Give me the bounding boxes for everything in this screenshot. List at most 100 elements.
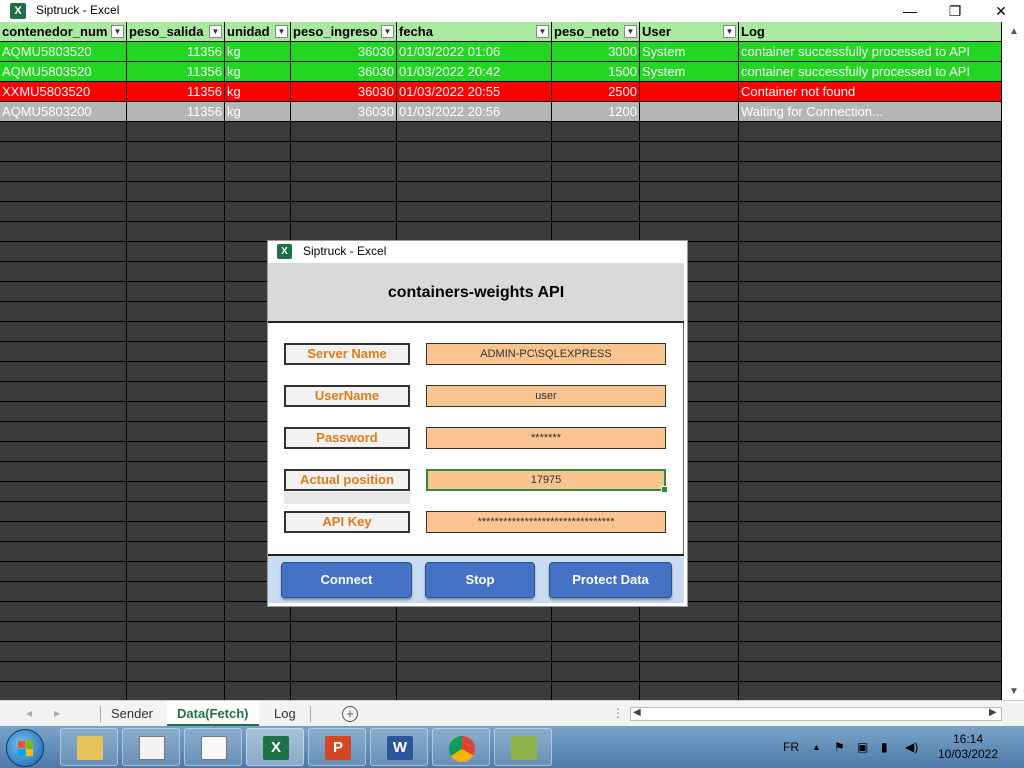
taskbar-document-app[interactable] — [184, 728, 242, 766]
empty-cell[interactable] — [640, 662, 739, 682]
empty-cell[interactable] — [739, 122, 1002, 142]
empty-cell[interactable] — [739, 322, 1002, 342]
empty-cell[interactable] — [397, 662, 552, 682]
empty-row[interactable] — [0, 662, 1002, 682]
cell-log[interactable]: container successfully processed to API — [739, 42, 1002, 62]
column-header[interactable]: contenedor_num ▼ — [0, 22, 127, 42]
empty-cell[interactable] — [739, 382, 1002, 402]
empty-cell[interactable] — [552, 202, 640, 222]
empty-cell[interactable] — [397, 622, 552, 642]
empty-cell[interactable] — [552, 222, 640, 242]
taskbar-excel[interactable]: X — [246, 728, 304, 766]
empty-cell[interactable] — [127, 482, 225, 502]
empty-cell[interactable] — [225, 142, 291, 162]
empty-cell[interactable] — [127, 442, 225, 462]
empty-cell[interactable] — [0, 662, 127, 682]
empty-cell[interactable] — [739, 282, 1002, 302]
empty-cell[interactable] — [291, 222, 397, 242]
hscroll-right-icon[interactable]: ▶ — [989, 707, 997, 718]
empty-cell[interactable] — [739, 422, 1002, 442]
empty-cell[interactable] — [225, 682, 291, 700]
empty-row[interactable] — [0, 622, 1002, 642]
cell-contenedor[interactable]: AQMU5803200 — [0, 102, 127, 122]
empty-cell[interactable] — [0, 182, 127, 202]
empty-cell[interactable] — [739, 622, 1002, 642]
empty-cell[interactable] — [0, 562, 127, 582]
empty-cell[interactable] — [225, 162, 291, 182]
cell-unidad[interactable]: kg — [225, 102, 291, 122]
empty-cell[interactable] — [0, 382, 127, 402]
cell-unidad[interactable]: kg — [225, 82, 291, 102]
empty-cell[interactable] — [640, 182, 739, 202]
empty-cell[interactable] — [0, 642, 127, 662]
filter-dropdown-icon[interactable]: ▼ — [111, 25, 124, 38]
empty-row[interactable] — [0, 142, 1002, 162]
empty-cell[interactable] — [0, 262, 127, 282]
device-icon[interactable]: ▣ — [857, 726, 868, 768]
empty-cell[interactable] — [739, 162, 1002, 182]
empty-cell[interactable] — [127, 582, 225, 602]
empty-cell[interactable] — [127, 182, 225, 202]
empty-cell[interactable] — [640, 642, 739, 662]
tray-expand-icon[interactable]: ▲ — [812, 726, 821, 768]
table-row[interactable]: AQMU5803520 11356 kg 36030 01/03/2022 01… — [0, 42, 1002, 62]
empty-cell[interactable] — [127, 502, 225, 522]
empty-cell[interactable] — [225, 202, 291, 222]
empty-cell[interactable] — [291, 162, 397, 182]
cell-log[interactable]: Waiting for Connection... — [739, 102, 1002, 122]
cell-peso-salida[interactable]: 11356 — [127, 102, 225, 122]
empty-cell[interactable] — [739, 682, 1002, 700]
username-field[interactable]: user — [426, 385, 666, 407]
empty-cell[interactable] — [127, 622, 225, 642]
cell-fecha[interactable]: 01/03/2022 20:55 — [397, 82, 552, 102]
action-center-flag-icon[interactable]: ⚑ — [834, 726, 845, 768]
minimize-button[interactable]: — — [895, 1, 925, 21]
empty-cell[interactable] — [127, 362, 225, 382]
empty-cell[interactable] — [739, 582, 1002, 602]
empty-cell[interactable] — [127, 262, 225, 282]
empty-row[interactable] — [0, 122, 1002, 142]
empty-cell[interactable] — [739, 542, 1002, 562]
stop-button[interactable]: Stop — [425, 562, 535, 598]
cell-peso-neto[interactable]: 1500 — [552, 62, 640, 82]
close-button[interactable]: ✕ — [986, 1, 1016, 21]
empty-cell[interactable] — [552, 682, 640, 700]
empty-cell[interactable] — [291, 122, 397, 142]
empty-cell[interactable] — [291, 142, 397, 162]
cell-contenedor[interactable]: XXMU5803520 — [0, 82, 127, 102]
tab-scroll-right-icon[interactable]: ▸ — [54, 706, 60, 720]
api-key-field[interactable]: ******************************** — [426, 511, 666, 533]
add-sheet-icon[interactable]: + — [342, 706, 358, 722]
connect-button[interactable]: Connect — [281, 562, 412, 598]
empty-cell[interactable] — [552, 622, 640, 642]
empty-cell[interactable] — [739, 562, 1002, 582]
cell-contenedor[interactable]: AQMU5803520 — [0, 42, 127, 62]
filter-dropdown-icon[interactable]: ▼ — [536, 25, 549, 38]
empty-cell[interactable] — [225, 662, 291, 682]
dialog-titlebar[interactable]: X Siptruck - Excel — [268, 241, 687, 263]
column-header[interactable]: peso_ingreso ▼ — [291, 22, 397, 42]
empty-cell[interactable] — [127, 242, 225, 262]
empty-cell[interactable] — [739, 522, 1002, 542]
empty-cell[interactable] — [397, 682, 552, 700]
empty-cell[interactable] — [127, 302, 225, 322]
empty-cell[interactable] — [0, 202, 127, 222]
empty-cell[interactable] — [127, 282, 225, 302]
empty-cell[interactable] — [739, 222, 1002, 242]
empty-cell[interactable] — [552, 122, 640, 142]
cell-fecha[interactable]: 01/03/2022 01:06 — [397, 42, 552, 62]
empty-cell[interactable] — [0, 542, 127, 562]
cell-unidad[interactable]: kg — [225, 42, 291, 62]
cell-fecha[interactable]: 01/03/2022 20:42 — [397, 62, 552, 82]
empty-row[interactable] — [0, 222, 1002, 242]
filter-dropdown-icon[interactable]: ▼ — [723, 25, 736, 38]
cell-unidad[interactable]: kg — [225, 62, 291, 82]
empty-row[interactable] — [0, 202, 1002, 222]
vertical-scrollbar[interactable]: ▲ ▼ — [1004, 22, 1024, 700]
empty-cell[interactable] — [291, 662, 397, 682]
empty-cell[interactable] — [0, 282, 127, 302]
empty-cell[interactable] — [127, 462, 225, 482]
table-row[interactable]: XXMU5803520 11356 kg 36030 01/03/2022 20… — [0, 82, 1002, 102]
filter-dropdown-icon[interactable]: ▼ — [209, 25, 222, 38]
empty-cell[interactable] — [552, 642, 640, 662]
